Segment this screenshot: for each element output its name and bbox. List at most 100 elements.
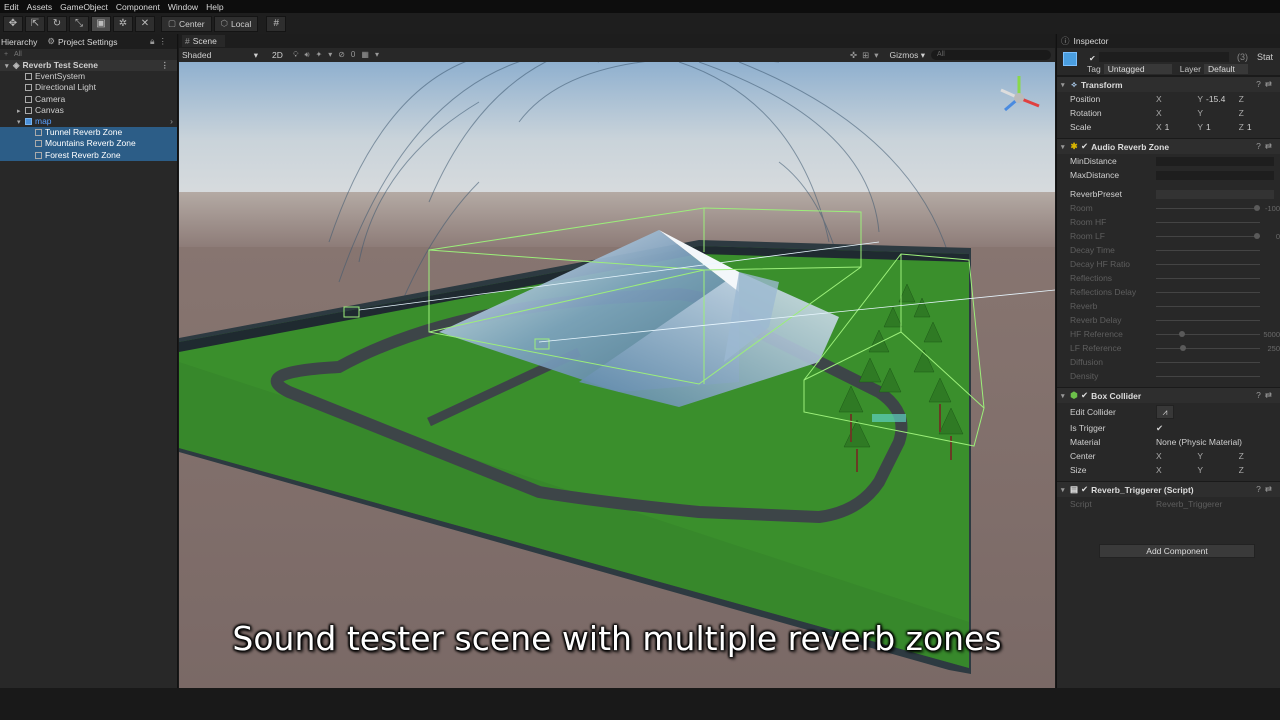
component-enabled-checkbox[interactable]: ✔ xyxy=(1081,484,1088,495)
slider-knob[interactable] xyxy=(1178,331,1185,337)
slider-knob[interactable] xyxy=(1254,205,1260,211)
hierarchy-item-forest-reverb-zone[interactable]: Forest Reverb Zone xyxy=(0,149,177,161)
hierarchy-item-eventsystem[interactable]: EventSystem xyxy=(0,71,177,82)
layer-dropdown[interactable]: Default xyxy=(1203,64,1248,74)
size-y-field[interactable]: Y xyxy=(1197,465,1238,475)
gizmos-dropdown[interactable]: Gizmos ▾ xyxy=(890,50,925,61)
position-z-field[interactable]: Z xyxy=(1239,94,1280,104)
scene-viewport[interactable]: Sound tester scene with multiple reverb … xyxy=(179,62,1055,688)
hierarchy-item-map[interactable]: ▾ map › xyxy=(0,116,177,127)
tag-dropdown[interactable]: Untagged xyxy=(1103,64,1172,74)
decay-time-slider[interactable] xyxy=(1156,250,1260,251)
menu-edit[interactable]: Edit xyxy=(4,2,19,12)
pivot-toggle[interactable]: ▢ Center xyxy=(161,15,212,32)
reflections-delay-label: Reflections Delay xyxy=(1070,287,1137,297)
rotate-tool-button[interactable]: ↻ xyxy=(47,15,67,32)
rect-tool-button[interactable]: ▣ xyxy=(91,15,111,32)
room-slider[interactable] xyxy=(1156,205,1260,211)
move-tool-button[interactable]: ✥ xyxy=(3,15,23,32)
scene-search-input[interactable]: All xyxy=(931,50,1051,60)
camera-controls[interactable]: ✜⊞▾ xyxy=(850,50,884,61)
center-x-field[interactable]: X xyxy=(1156,451,1197,461)
static-toggle[interactable]: Stat xyxy=(1257,52,1273,62)
chevron-right-icon[interactable]: › xyxy=(170,116,173,127)
menu-gameobject[interactable]: GameObject xyxy=(60,2,108,12)
tab-project-settings[interactable]: ⚙ Project Settings xyxy=(43,36,117,47)
tab-hierarchy[interactable]: Hierarchy xyxy=(0,37,43,47)
tab-scene[interactable]: # Scene xyxy=(182,35,225,47)
grid-snap-button[interactable]: # xyxy=(266,15,287,32)
hierarchy-item-canvas[interactable]: ▸ Canvas xyxy=(0,105,177,116)
2d-toggle[interactable]: 2D xyxy=(272,50,283,60)
decay-hf-slider[interactable] xyxy=(1156,264,1260,265)
hierarchy-item-camera[interactable]: Camera xyxy=(0,94,177,105)
rotation-x-field[interactable]: X xyxy=(1156,108,1197,118)
transform-tool-button[interactable]: ✲ xyxy=(113,15,133,32)
transform-header[interactable]: ▾ ⟡ Transform ?⇄ xyxy=(1057,76,1280,92)
diffusion-slider[interactable] xyxy=(1156,362,1260,363)
scale-tool-button[interactable]: ⤡ xyxy=(69,15,89,32)
position-y-field[interactable]: Y -15.4 xyxy=(1197,94,1238,104)
diffusion-row: Diffusion xyxy=(1057,355,1280,369)
min-distance-field[interactable] xyxy=(1156,156,1274,166)
room-hf-slider[interactable] xyxy=(1156,222,1260,223)
size-x-field[interactable]: X xyxy=(1156,465,1197,475)
menu-window[interactable]: Window xyxy=(168,2,198,12)
menu-assets[interactable]: Assets xyxy=(27,2,53,12)
reverb-slider[interactable] xyxy=(1156,306,1260,307)
edit-collider-button[interactable]: ⩘ xyxy=(1156,405,1174,419)
component-menu-icons[interactable]: ?⇄ xyxy=(1256,390,1276,401)
scale-x-field[interactable]: X1 xyxy=(1156,122,1197,132)
hierarchy-search[interactable]: + All xyxy=(0,49,177,60)
room-lf-slider[interactable] xyxy=(1156,233,1260,239)
component-enabled-checkbox[interactable]: ✔ xyxy=(1081,390,1088,401)
object-name-field[interactable] xyxy=(1099,52,1229,62)
space-toggle[interactable]: ⬡ Local xyxy=(213,15,259,32)
hierarchy-item-tunnel-reverb-zone[interactable]: Tunnel Reverb Zone xyxy=(0,127,177,139)
density-slider[interactable] xyxy=(1156,376,1260,377)
center-y-field[interactable]: Y xyxy=(1197,451,1238,461)
slider-knob[interactable] xyxy=(1179,345,1186,351)
max-distance-field[interactable] xyxy=(1156,170,1274,180)
is-trigger-checkbox[interactable]: ✔ xyxy=(1156,423,1163,434)
component-menu-icons[interactable]: ?⇄ xyxy=(1256,79,1276,90)
tab-inspector[interactable]: ⓘ Inspector xyxy=(1057,34,1280,48)
hierarchy-item-directional-light[interactable]: Directional Light xyxy=(0,82,177,93)
scene-view-toggles[interactable]: 💡︎🔊︎✦▾⊘0▦▾ xyxy=(293,50,385,60)
hierarchy-item-mountains-reverb-zone[interactable]: Mountains Reverb Zone xyxy=(0,138,177,150)
transform-component: ▾ ⟡ Transform ?⇄ Position X Y -15.4 Z Rotat… xyxy=(1057,76,1280,134)
kebab-icon[interactable]: ⋮ xyxy=(161,60,170,71)
position-x-field[interactable]: X xyxy=(1156,94,1197,104)
box-collider-header[interactable]: ▾ ⬢ ✔ Box Collider ?⇄ xyxy=(1057,387,1280,403)
component-menu-icons[interactable]: ?⇄ xyxy=(1256,484,1276,495)
menu-component[interactable]: Component xyxy=(116,2,160,12)
menu-help[interactable]: Help xyxy=(206,2,223,12)
room-lf-row: Room LF 0 xyxy=(1057,229,1280,243)
custom-tool-button[interactable]: ✕ xyxy=(135,15,155,32)
add-component-button[interactable]: Add Component xyxy=(1099,544,1255,558)
reverb-delay-slider[interactable] xyxy=(1156,320,1260,321)
rotation-z-field[interactable]: Z xyxy=(1239,108,1280,118)
scene-root-row[interactable]: ▾ ◈ Reverb Test Scene ⋮ xyxy=(0,60,177,72)
script-header[interactable]: ▾ ▤ ✔ Reverb_Triggerer (Script) ?⇄ xyxy=(1057,481,1280,497)
material-field[interactable]: None (Physic Material) xyxy=(1156,437,1242,447)
lf-reference-slider[interactable] xyxy=(1156,345,1260,351)
rotation-y-field[interactable]: Y xyxy=(1197,108,1238,118)
active-checkbox[interactable]: ✔ xyxy=(1089,54,1096,63)
reflections-slider[interactable] xyxy=(1156,278,1260,279)
size-z-field[interactable]: Z xyxy=(1239,465,1280,475)
center-z-field[interactable]: Z xyxy=(1239,451,1280,461)
shading-mode-dropdown[interactable]: Shaded ▾ xyxy=(182,50,262,61)
reverb-preset-dropdown[interactable] xyxy=(1156,189,1274,199)
component-menu-icons[interactable]: ?⇄ xyxy=(1256,141,1276,152)
scale-z-field[interactable]: Z1 xyxy=(1239,122,1280,132)
add-icon[interactable]: + xyxy=(4,51,14,58)
reflections-delay-slider[interactable] xyxy=(1156,292,1260,293)
scale-y-field[interactable]: Y1 xyxy=(1197,122,1238,132)
slider-knob[interactable] xyxy=(1254,233,1260,239)
move-arrows-tool-button[interactable]: ⇱ xyxy=(25,15,45,32)
component-enabled-checkbox[interactable]: ✔ xyxy=(1081,141,1088,152)
panel-menu-icons[interactable]: 🔒︎⋮ xyxy=(150,36,177,47)
hf-reference-slider[interactable] xyxy=(1156,331,1260,337)
audio-reverb-zone-header[interactable]: ▾ ✱ ✔ Audio Reverb Zone ?⇄ xyxy=(1057,138,1280,154)
